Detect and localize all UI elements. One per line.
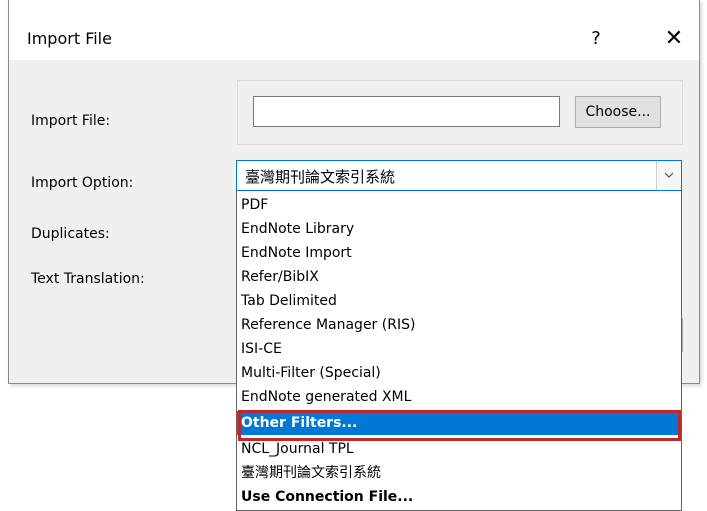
option-reference-manager-ris[interactable]: Reference Manager (RIS) (237, 313, 681, 337)
import-option-dropdown-list: PDF EndNote Library EndNote Import Refer… (236, 191, 682, 511)
option-pdf[interactable]: PDF (237, 193, 681, 217)
option-endnote-generated-xml[interactable]: EndNote generated XML (237, 385, 681, 409)
option-endnote-import[interactable]: EndNote Import (237, 241, 681, 265)
chevron-down-icon (664, 172, 674, 178)
option-ncl-journal-tpl[interactable]: NCL_Journal TPL (237, 437, 681, 461)
dialog-title: Import File (27, 29, 112, 48)
import-option-label: Import Option: (31, 175, 134, 191)
import-option-select[interactable]: 臺灣期刊論文索引系統 (236, 160, 682, 191)
choose-button[interactable]: Choose... (575, 96, 661, 128)
option-use-connection-file[interactable]: Use Connection File... (237, 485, 681, 509)
option-taiwan-journal-index[interactable]: 臺灣期刊論文索引系統 (237, 461, 681, 485)
import-option-selected-value: 臺灣期刊論文索引系統 (245, 168, 396, 186)
option-refer-bibix[interactable]: Refer/BibIX (237, 265, 681, 289)
dropdown-toggle[interactable] (656, 161, 681, 190)
option-tab-delimited[interactable]: Tab Delimited (237, 289, 681, 313)
dialog-titlebar: Import File ? ✕ (9, 0, 699, 60)
import-file-label: Import File: (31, 113, 111, 129)
option-other-filters[interactable]: Other Filters... (237, 411, 681, 435)
option-isi-ce[interactable]: ISI-CE (237, 337, 681, 361)
import-file-input[interactable] (253, 96, 560, 127)
option-multi-filter[interactable]: Multi-Filter (Special) (237, 361, 681, 385)
option-endnote-library[interactable]: EndNote Library (237, 217, 681, 241)
duplicates-label: Duplicates: (31, 226, 110, 242)
close-button[interactable]: ✕ (657, 22, 691, 56)
text-translation-label: Text Translation: (31, 271, 145, 287)
help-button[interactable]: ? (579, 22, 613, 56)
